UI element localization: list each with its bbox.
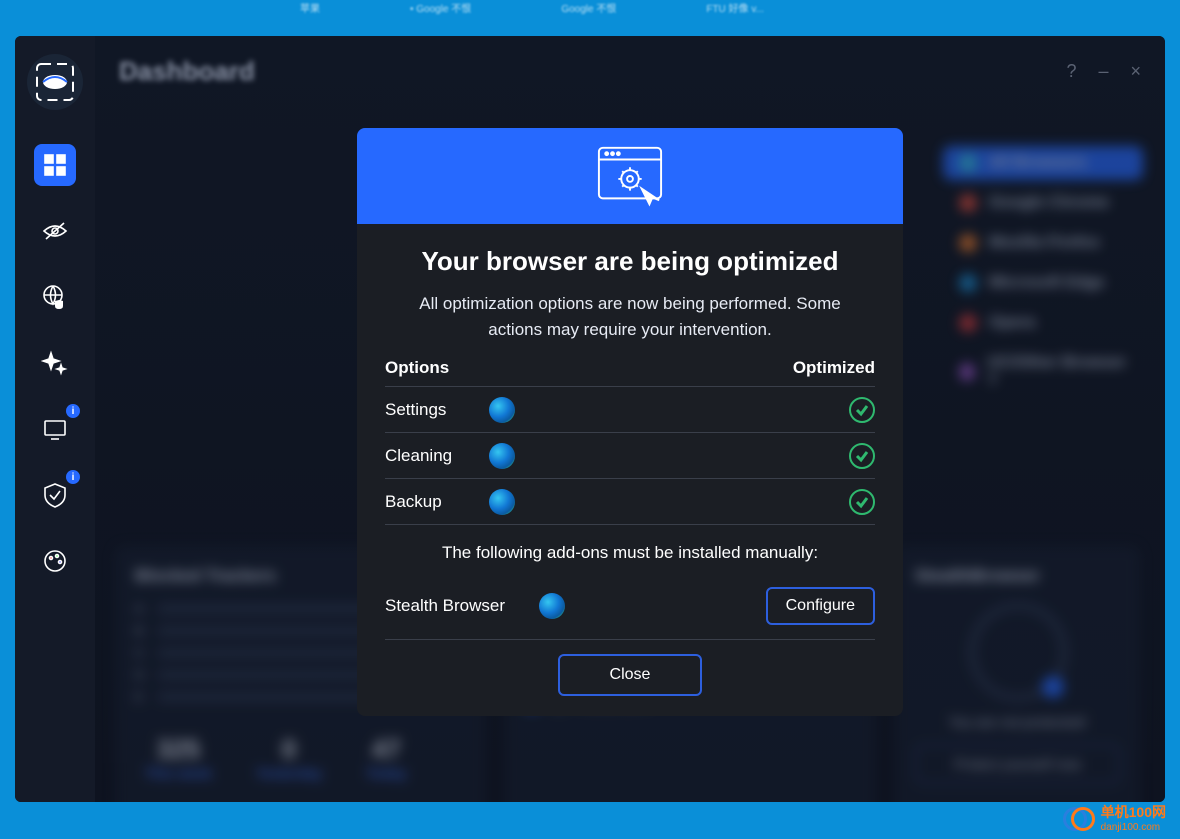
- grid-icon: [41, 151, 69, 179]
- minimize-button[interactable]: –: [1098, 61, 1108, 82]
- browser-gear-cursor-icon: [591, 142, 669, 210]
- option-name: Settings: [385, 400, 489, 420]
- watermark-url: danji100.com: [1101, 822, 1166, 833]
- app-header: Dashboard ? – ×: [95, 36, 1165, 106]
- sidebar: i i: [15, 36, 95, 802]
- check-circle-icon: [849, 397, 875, 423]
- main-content: Dashboard ? – × All Browsers Google Chro…: [95, 36, 1165, 802]
- modal-subtitle: All optimization options are now being p…: [385, 291, 875, 342]
- option-name: Cleaning: [385, 446, 489, 466]
- edge-icon: [489, 443, 515, 469]
- check-circle-icon: [849, 489, 875, 515]
- optimized-check: [849, 397, 875, 423]
- modal-overlay: Your browser are being optimized All opt…: [95, 36, 1165, 802]
- watermark: 单机100网 danji100.com: [1063, 801, 1166, 833]
- option-row-settings: Settings: [385, 387, 875, 433]
- help-button[interactable]: ?: [1066, 61, 1076, 82]
- optimization-modal: Your browser are being optimized All opt…: [357, 128, 903, 716]
- eye-slash-icon: [41, 217, 69, 245]
- edge-icon: [489, 489, 515, 515]
- option-name: Backup: [385, 492, 489, 512]
- sidebar-item-web-shield[interactable]: [34, 276, 76, 318]
- options-table-header: Options Optimized: [385, 358, 875, 387]
- shield-check-icon: [41, 481, 69, 509]
- addon-name: Stealth Browser: [385, 596, 539, 616]
- optimized-check: [849, 489, 875, 515]
- watermark-logo-icon: [1063, 801, 1095, 833]
- check-circle-icon: [849, 443, 875, 469]
- close-window-button[interactable]: ×: [1130, 61, 1141, 82]
- monitor-icon: [41, 415, 69, 443]
- option-row-cleaning: Cleaning: [385, 433, 875, 479]
- info-badge-icon: i: [66, 404, 80, 418]
- column-options-label: Options: [385, 358, 449, 378]
- close-button[interactable]: Close: [558, 654, 703, 696]
- sidebar-item-palette[interactable]: [34, 540, 76, 582]
- option-row-backup: Backup: [385, 479, 875, 525]
- sidebar-item-sparkle[interactable]: [34, 342, 76, 384]
- sidebar-item-privacy[interactable]: [34, 210, 76, 252]
- watermark-name: 单机100网: [1101, 802, 1166, 822]
- sidebar-item-dashboard[interactable]: [34, 144, 76, 186]
- info-badge-icon: i: [66, 470, 80, 484]
- column-optimized-label: Optimized: [793, 358, 875, 378]
- modal-body: Your browser are being optimized All opt…: [357, 224, 903, 716]
- edge-icon: [489, 397, 515, 423]
- sidebar-item-monitor[interactable]: i: [34, 408, 76, 450]
- addon-row-stealth-browser: Stealth Browser Configure: [385, 573, 875, 640]
- edge-icon: [539, 593, 565, 619]
- globe-shield-icon: [41, 283, 69, 311]
- optimized-check: [849, 443, 875, 469]
- window-controls: ? – ×: [1066, 61, 1141, 82]
- desktop-shortcut-labels: 苹果 • Google 不恨 Google 不恨 FTU 好像 v...: [300, 0, 880, 10]
- app-window: i i Dashboard ? – × All Browsers Google …: [15, 36, 1165, 802]
- palette-icon: [41, 547, 69, 575]
- modal-hero: [357, 128, 903, 224]
- sparkle-icon: [41, 349, 69, 377]
- addon-manual-message: The following add-ons must be installed …: [385, 543, 875, 563]
- modal-footer: Close: [385, 640, 875, 696]
- app-logo: [27, 54, 83, 110]
- modal-title: Your browser are being optimized: [385, 246, 875, 277]
- page-title: Dashboard: [119, 56, 255, 87]
- sidebar-item-security[interactable]: i: [34, 474, 76, 516]
- configure-button[interactable]: Configure: [766, 587, 875, 625]
